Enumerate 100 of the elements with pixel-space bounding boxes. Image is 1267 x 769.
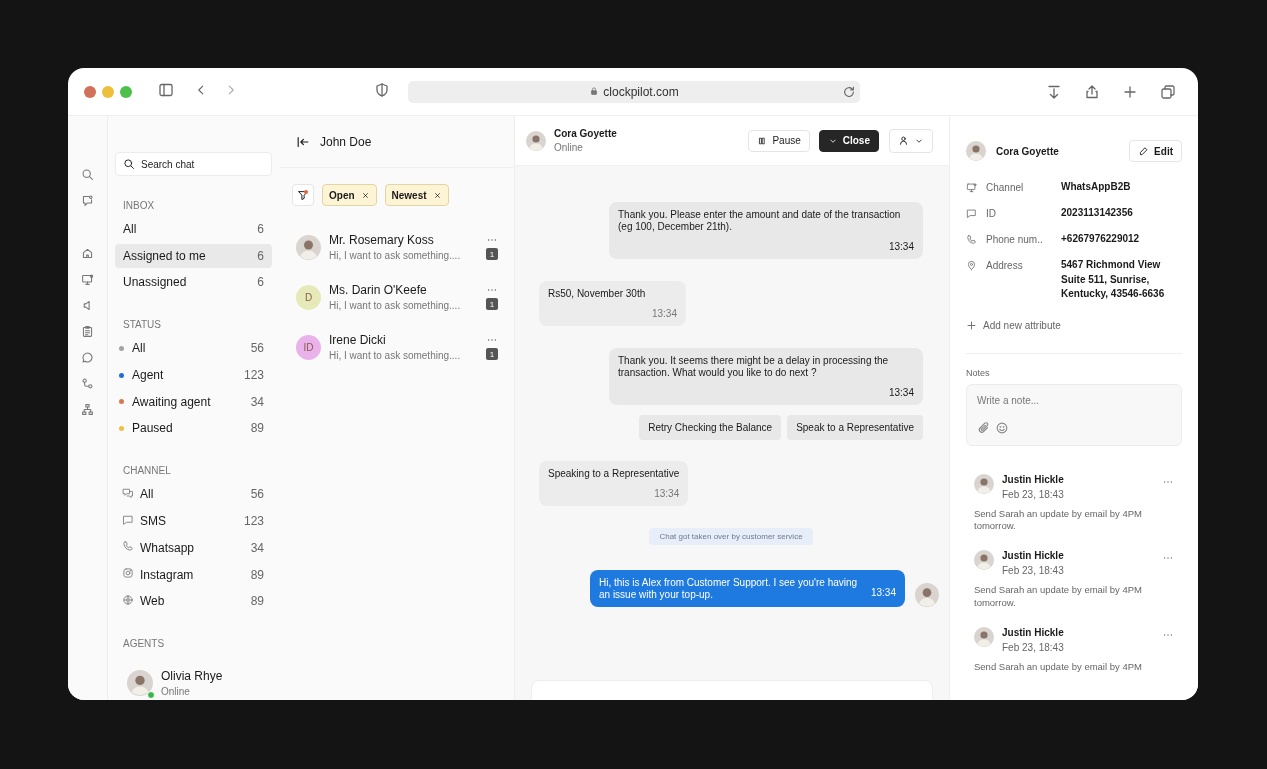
attribute-label: Phone num.. [986, 234, 1044, 245]
status-item[interactable]: Awaiting agent 34 [115, 389, 272, 414]
note-time: Feb 23, 18:43 [1002, 641, 1064, 653]
message-preview: Hi, I want to ask something.... [329, 350, 462, 361]
avatar [127, 670, 153, 697]
avatar: ID [296, 334, 321, 360]
note-field[interactable]: Write a note... [977, 394, 1171, 406]
contact-name: Irene Dicki [329, 333, 387, 347]
status-item[interactable]: Agent 123 [115, 363, 272, 388]
unread-count: 1 [486, 348, 498, 360]
channel-item[interactable]: SMS 123 [115, 509, 272, 534]
edit-button[interactable]: Edit [1129, 140, 1182, 162]
attribute-value: +6267976229012 [1061, 232, 1140, 246]
inbox-item[interactable]: All 6 [115, 217, 272, 241]
status-item[interactable]: All 56 [115, 336, 272, 361]
filter-icon [297, 189, 309, 201]
close-window-button[interactable] [84, 85, 96, 98]
chat-plus-icon[interactable] [81, 194, 94, 207]
list-title: John Doe [320, 134, 372, 149]
quick-reply-button[interactable]: Retry Checking the Balance [639, 415, 782, 440]
sms-icon [122, 513, 134, 526]
emoji-icon[interactable] [995, 420, 1009, 435]
avatar [526, 130, 546, 151]
reload-icon[interactable] [842, 84, 856, 99]
hierarchy-icon[interactable] [81, 403, 94, 416]
phone-icon [122, 540, 134, 553]
close-button[interactable]: Close [818, 129, 879, 152]
search-icon[interactable] [81, 168, 94, 181]
shield-icon[interactable] [374, 81, 390, 98]
agent-name: Olivia Rhye [161, 669, 223, 684]
bot-message: Thank you. It seems there might be a delay in processing the transaction. What would you like to do next ? 13:34 [609, 348, 923, 405]
remove-icon[interactable] [360, 190, 370, 200]
channel-item[interactable]: Instagram 89 [115, 562, 272, 587]
status-item[interactable]: Paused 89 [115, 416, 272, 441]
agent-status: Online [161, 686, 191, 698]
paperclip-icon[interactable] [977, 420, 991, 435]
avatar [915, 583, 939, 607]
section-heading: AGENTS [123, 638, 166, 650]
section-heading: CHANNEL [123, 465, 172, 477]
sidebar-toggle-icon[interactable] [158, 81, 174, 98]
location-pin-icon [966, 260, 977, 271]
note-author: Justin Hickle [1002, 626, 1064, 638]
filter-button[interactable] [292, 184, 314, 206]
globe-icon [122, 593, 134, 606]
lock-icon [589, 85, 600, 96]
conversation-item[interactable]: Mr. Rosemary Koss Hi, I want to ask something.... 1 [280, 222, 514, 272]
monitor-icon[interactable] [81, 273, 94, 286]
inbox-item[interactable]: Unassigned 6 [115, 270, 272, 295]
filter-chip[interactable]: Open [322, 184, 377, 206]
phone-icon [966, 234, 977, 245]
system-notice: Chat got taken over by customer service [649, 528, 813, 545]
avatar [974, 473, 994, 494]
notes-heading: Notes [966, 367, 991, 378]
bot-message: Thank you. Please enter the amount and date of the transaction (eg 100, December 21th). 13:34 [609, 202, 923, 259]
avatar [974, 550, 994, 571]
contact-name: Cora Goyette [996, 145, 1059, 157]
add-attribute-link[interactable]: Add new attribute [966, 319, 1182, 331]
pause-button[interactable]: Pause [748, 129, 810, 152]
note-author: Justin Hickle [1002, 473, 1064, 485]
share-icon[interactable] [1084, 83, 1100, 100]
remove-icon[interactable] [432, 190, 442, 200]
contact-status: Online [554, 142, 584, 153]
avatar [966, 141, 986, 161]
attribute-value: 2023113142356 [1061, 206, 1133, 220]
search-field[interactable]: Search chat [115, 152, 272, 176]
inbox-item[interactable]: Assigned to me 6 [115, 243, 272, 268]
attribute-label: Address [986, 260, 1024, 271]
avatar [974, 626, 994, 647]
channel-item[interactable]: Web 89 [115, 589, 272, 614]
assign-dropdown[interactable] [889, 128, 933, 153]
channel-item[interactable]: All 56 [115, 482, 272, 507]
home-icon[interactable] [81, 247, 94, 260]
search-placeholder: Search chat [141, 158, 195, 170]
note-time: Feb 23, 18:43 [1002, 488, 1064, 500]
message-icon[interactable] [81, 351, 94, 364]
contact-name: Mr. Rosemary Koss [329, 233, 435, 247]
conversation-item[interactable]: ID Irene Dicki Hi, I want to ask something.... 1 [280, 322, 514, 372]
collapse-icon[interactable] [296, 134, 310, 149]
avatar [296, 234, 321, 260]
section-heading: STATUS [123, 319, 162, 331]
note-time: Feb 23, 18:43 [1002, 565, 1064, 577]
channel-item[interactable]: Whatsapp 34 [115, 535, 272, 560]
plus-icon [966, 319, 977, 331]
download-icon[interactable] [1046, 83, 1062, 100]
avatar: D [296, 284, 321, 310]
route-icon[interactable] [81, 377, 94, 390]
quick-reply-button[interactable]: Speak to a Representative [787, 415, 923, 440]
address-bar[interactable]: clockpilot.com [408, 80, 860, 103]
filter-chip[interactable]: Newest [384, 184, 449, 206]
clipboard-icon[interactable] [81, 325, 94, 338]
note-text: Send Sarah an update by email by 4PM tomorrow. [974, 584, 1143, 609]
tabs-icon[interactable] [1160, 83, 1176, 100]
unread-count: 1 [486, 248, 498, 260]
chat-bubbles-icon [122, 486, 134, 499]
conversation-item[interactable]: D Ms. Darin O'Keefe Hi, I want to ask something.... 1 [280, 272, 514, 322]
agent-message: Hi, this is Alex from Customer Support. I see you're having an issue with your top-up. 13:34 [590, 570, 905, 607]
unread-count: 1 [486, 298, 498, 310]
maximize-window-button[interactable] [120, 85, 132, 98]
attribute-label: ID [986, 208, 997, 219]
contact-name: Cora Goyette [554, 128, 617, 139]
